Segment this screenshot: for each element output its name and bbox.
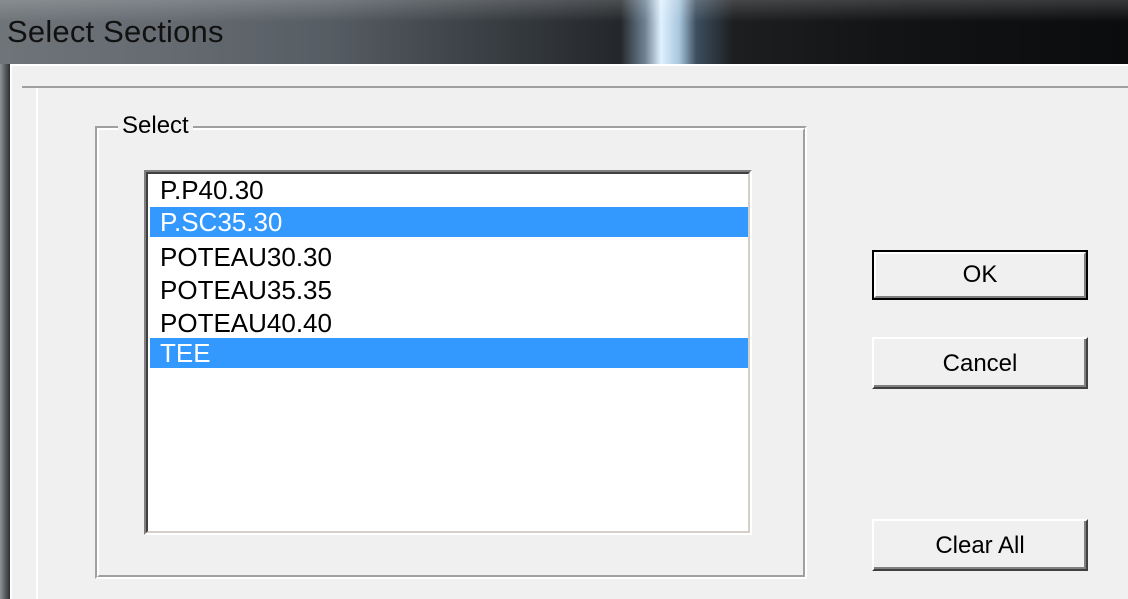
section-list-item-selected[interactable]: P.SC35.30 xyxy=(150,207,750,237)
select-group-label: Select xyxy=(118,112,193,140)
cancel-button[interactable]: Cancel xyxy=(872,337,1088,389)
section-list-item-selected[interactable]: TEE xyxy=(150,338,750,368)
ok-button-label: OK xyxy=(962,261,998,288)
section-list-item[interactable]: POTEAU30.30 xyxy=(150,242,750,272)
section-list-item[interactable]: P.P40.30 xyxy=(150,175,750,205)
window-frame-left xyxy=(0,64,10,599)
section-list-item[interactable]: POTEAU40.40 xyxy=(150,308,750,338)
ok-button[interactable]: OK xyxy=(872,250,1088,300)
clear-all-button-label: Clear All xyxy=(935,532,1025,559)
section-list-item[interactable]: POTEAU35.35 xyxy=(150,275,750,305)
dialog-title: Select Sections xyxy=(7,14,224,49)
client-separator-horizontal xyxy=(22,86,1128,88)
client-separator-vertical xyxy=(36,88,38,599)
sections-listbox[interactable]: P.P40.30 P.SC35.30 POTEAU30.30 POTEAU35.… xyxy=(144,170,752,535)
clear-all-button[interactable]: Clear All xyxy=(872,519,1088,571)
cancel-button-label: Cancel xyxy=(942,350,1018,377)
title-bar[interactable]: Select Sections xyxy=(0,0,1128,64)
select-sections-dialog: Select Sections Select P.P40.30 P.SC35.3… xyxy=(0,0,1128,599)
